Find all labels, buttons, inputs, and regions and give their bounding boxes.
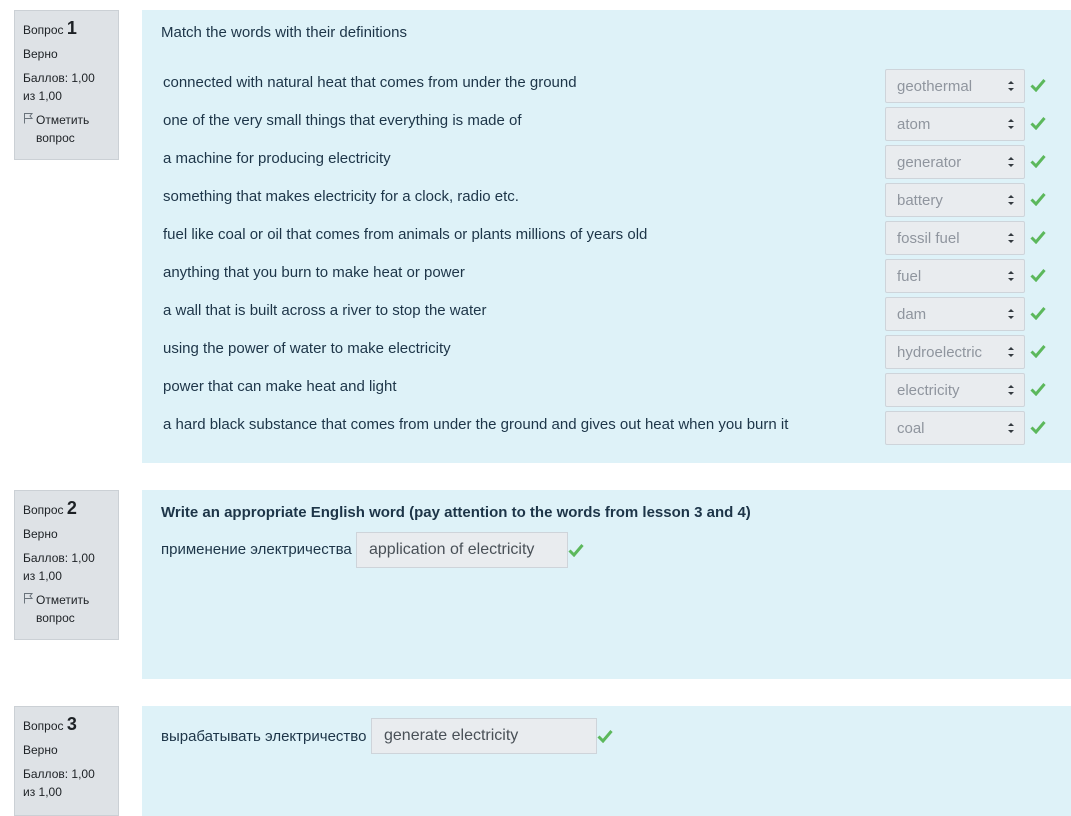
answer-prompt: применение электричества: [161, 541, 352, 558]
selected-answer: atom: [897, 116, 931, 133]
definition-text: connected with natural heat that comes f…: [163, 74, 577, 91]
check-icon: [1030, 382, 1046, 397]
flag-label: Отметить вопрос: [36, 593, 90, 625]
check-icon: [1030, 192, 1046, 207]
question-state: Верно: [23, 47, 58, 61]
definition-text: a hard black substance that comes from u…: [163, 416, 789, 433]
question-number: 2: [66, 498, 77, 518]
select-arrows-icon: [1006, 190, 1016, 210]
answer-select[interactable]: electricity: [885, 373, 1025, 407]
selected-answer: electricity: [897, 382, 960, 399]
answer-select[interactable]: geothermal: [885, 69, 1025, 103]
question-content-2: Write an appropriate English word (pay a…: [142, 490, 1071, 679]
select-arrows-icon: [1006, 304, 1016, 324]
select-arrows-icon: [1006, 114, 1016, 134]
question-number: 3: [66, 714, 77, 734]
question-state: Верно: [23, 743, 58, 757]
question-info-1: Вопрос 1 Верно Баллов: 1,00 из 1,00 Отме…: [14, 10, 119, 160]
question-grade: Баллов: 1,00 из 1,00: [23, 71, 95, 103]
selected-answer: geothermal: [897, 78, 973, 95]
check-icon: [1030, 344, 1046, 359]
definition-text: anything that you burn to make heat or p…: [163, 264, 465, 281]
selected-answer: battery: [897, 192, 943, 209]
answer-input[interactable]: generate electricity: [371, 718, 597, 754]
check-icon: [1030, 78, 1046, 93]
answer-input[interactable]: application of electricity: [356, 532, 568, 568]
flag-question-link[interactable]: Отметить вопрос: [23, 591, 110, 627]
answer-select[interactable]: hydroelectric: [885, 335, 1025, 369]
check-icon: [1030, 116, 1046, 131]
question-content-1: Match the words with their definitions c…: [142, 10, 1071, 463]
question-number-line: Вопрос 2: [23, 499, 110, 519]
selected-answer: coal: [897, 420, 925, 437]
question-info-3: Вопрос 3 Верно Баллов: 1,00 из 1,00: [14, 706, 119, 816]
check-icon: [1030, 306, 1046, 321]
question-number-line: Вопрос 3: [23, 715, 110, 735]
question-info-2: Вопрос 2 Верно Баллов: 1,00 из 1,00 Отме…: [14, 490, 119, 640]
selected-answer: generator: [897, 154, 962, 171]
definition-text: fuel like coal or oil that comes from an…: [163, 226, 648, 243]
select-arrows-icon: [1006, 266, 1016, 286]
question-label: Вопрос: [23, 503, 64, 517]
question-label: Вопрос: [23, 719, 64, 733]
question-number-line: Вопрос 1: [23, 19, 110, 39]
selected-answer: fossil fuel: [897, 230, 960, 247]
question-number: 1: [66, 18, 77, 38]
selected-answer: fuel: [897, 268, 922, 285]
question-text: Match the words with their definitions: [161, 24, 407, 41]
answer-select[interactable]: dam: [885, 297, 1025, 331]
check-icon: [568, 543, 584, 558]
answer-select[interactable]: atom: [885, 107, 1025, 141]
flag-label: Отметить вопрос: [36, 113, 90, 145]
definition-text: something that makes electricity for a c…: [163, 188, 519, 205]
flag-question-link[interactable]: Отметить вопрос: [23, 111, 110, 147]
check-icon: [1030, 230, 1046, 245]
definition-text: using the power of water to make electri…: [163, 340, 451, 357]
question-text: Write an appropriate English word (pay a…: [161, 504, 751, 521]
select-arrows-icon: [1006, 342, 1016, 362]
answer-select[interactable]: fuel: [885, 259, 1025, 293]
select-arrows-icon: [1006, 228, 1016, 248]
flag-icon: [23, 111, 34, 129]
answer-prompt: вырабатывать электричество: [161, 728, 367, 745]
check-icon: [1030, 154, 1046, 169]
check-icon: [1030, 420, 1046, 435]
answer-select[interactable]: fossil fuel: [885, 221, 1025, 255]
question-label: Вопрос: [23, 23, 64, 37]
definition-text: a machine for producing electricity: [163, 150, 391, 167]
flag-icon: [23, 591, 34, 609]
match-row: a hard black substance that comes from u…: [142, 411, 1071, 454]
answer-select[interactable]: generator: [885, 145, 1025, 179]
selected-answer: hydroelectric: [897, 344, 983, 361]
select-arrows-icon: [1006, 152, 1016, 172]
answer-select[interactable]: battery: [885, 183, 1025, 217]
check-icon: [597, 729, 613, 744]
question-grade: Баллов: 1,00 из 1,00: [23, 551, 95, 583]
answer-select[interactable]: coal: [885, 411, 1025, 445]
check-icon: [1030, 268, 1046, 283]
selected-answer: dam: [897, 306, 927, 323]
select-arrows-icon: [1006, 418, 1016, 438]
question-state: Верно: [23, 527, 58, 541]
definition-text: a wall that is built across a river to s…: [163, 302, 487, 319]
select-arrows-icon: [1006, 380, 1016, 400]
question-content-3: вырабатывать электричество generate elec…: [142, 706, 1071, 816]
definition-text: one of the very small things that everyt…: [163, 112, 522, 129]
question-grade: Баллов: 1,00 из 1,00: [23, 767, 95, 799]
definition-text: power that can make heat and light: [163, 378, 397, 395]
select-arrows-icon: [1006, 76, 1016, 96]
